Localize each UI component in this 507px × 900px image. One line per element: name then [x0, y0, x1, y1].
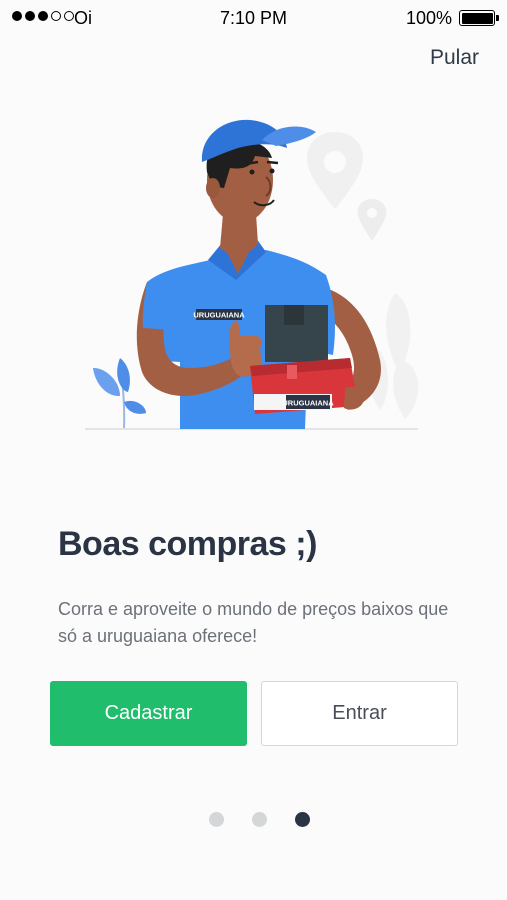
status-bar: Oi 7:10 PM 100% — [0, 0, 507, 36]
register-button[interactable]: Cadastrar — [50, 681, 247, 746]
battery-icon — [459, 10, 499, 26]
box-logo: URUGUAIANA — [282, 399, 334, 408]
location-pin-icon — [307, 132, 363, 209]
delivery-person-illustration: URUGUAIANA URUGUAIANA — [85, 119, 419, 430]
skip-button[interactable]: Pular — [430, 46, 479, 70]
login-button[interactable]: Entrar — [261, 681, 458, 746]
page-dot-active[interactable] — [295, 812, 310, 827]
battery-percent: 100% — [405, 8, 452, 28]
page-subtitle: Corra e aproveite o mundo de preços baix… — [58, 599, 449, 646]
shirt-logo: URUGUAIANA — [193, 311, 245, 320]
plant-icon — [93, 358, 146, 429]
page-dot[interactable] — [209, 812, 224, 827]
page-indicator — [0, 812, 507, 827]
location-pin-icon — [357, 199, 387, 241]
page-title: Boas compras ;) — [58, 525, 317, 563]
page-dot[interactable] — [252, 812, 267, 827]
